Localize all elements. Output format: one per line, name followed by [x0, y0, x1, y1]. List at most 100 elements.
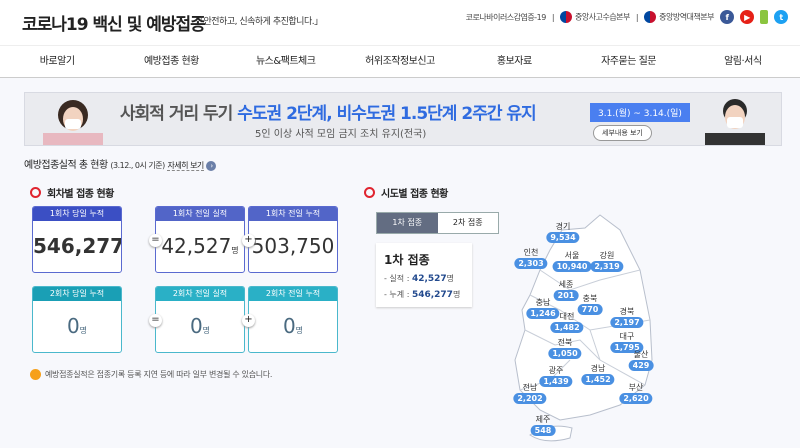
summary-basis: (3.12., 0시 기준) [110, 161, 165, 170]
link-cdscb[interactable]: 중앙방역대책본부 [644, 11, 714, 23]
link-covid19[interactable]: 코로나바이러스감염증-19 [466, 12, 547, 23]
equals-icon: = [149, 234, 162, 247]
region-name: 인천 [523, 248, 539, 257]
region-value: 1,050 [548, 348, 582, 359]
nav-about[interactable]: 바로알기 [0, 46, 114, 77]
main-nav: 바로알기 예방접종 현황 뉴스&팩트체크 허위조작정보신고 홍보자료 자주묻는 … [0, 45, 800, 78]
region-name: 전북 [557, 338, 573, 347]
unit: 명 [231, 246, 239, 255]
link-label: 중앙방역대책본부 [659, 12, 714, 22]
region-name: 대구 [619, 332, 635, 341]
plus-icon: + [242, 234, 255, 247]
banner[interactable]: 사회적 거리 두기 수도권 2단계, 비수도권 1.5단계 2주간 유지 3.1… [24, 92, 782, 146]
region-15[interactable]: 부산 2,620 [619, 382, 653, 404]
equals-icon: = [149, 314, 162, 327]
card-value: 503,750 [251, 234, 335, 258]
region-2[interactable]: 서울 10,940 [552, 250, 592, 272]
taegeuk-icon [644, 11, 657, 23]
tab-dose2[interactable]: 2차 접종 [437, 213, 498, 233]
total-row: - 누계 : 546,277명 [384, 289, 464, 300]
nav-faq[interactable]: 자주묻는 질문 [571, 46, 685, 77]
region-name: 경북 [619, 307, 635, 316]
dose2-prev-total-card: 2회차 전일 누적 0명 [248, 286, 338, 353]
nav-report[interactable]: 허위조작정보신고 [343, 46, 457, 77]
region-11[interactable]: 울산 429 [628, 349, 654, 371]
blog-icon[interactable] [760, 10, 768, 24]
unit: 명 [79, 326, 88, 335]
region-8[interactable]: 경북 2,197 [610, 306, 644, 328]
dose2-today-card: 2회차 당일 누적 0명 [32, 286, 122, 353]
nav-status[interactable]: 예방접종 현황 [114, 46, 228, 77]
dose-tabs: 1차 접종 2차 접종 [376, 212, 499, 234]
speaker-icon [30, 369, 41, 380]
region-10[interactable]: 전북 1,050 [548, 337, 582, 359]
link-label: 중앙사고수습본부 [575, 12, 630, 22]
detail-link[interactable]: 자세히 보기 [167, 161, 204, 171]
nav-news[interactable]: 뉴스&팩트체크 [229, 46, 343, 77]
region-name: 충북 [582, 294, 598, 303]
region-0[interactable]: 경기 9,534 [546, 221, 580, 243]
region-info-box: 1차 접종 - 실적 : 42,527명 - 누계 : 546,277명 [376, 243, 472, 307]
youtube-icon[interactable]: ▶ [740, 10, 754, 24]
banner-more-button[interactable]: 세부내용 보기 [593, 125, 652, 141]
card-label: 2회차 전일 실적 [156, 287, 244, 301]
region-name: 강원 [599, 251, 615, 260]
summary-title: 예방접종실적 총 현황 (3.12., 0시 기준) 자세히 보기 › [24, 156, 217, 171]
region-value: 2,319 [590, 261, 624, 272]
card-label: 1회차 전일 누적 [249, 207, 337, 221]
region-value: 9,534 [546, 232, 580, 243]
region-name: 부산 [628, 383, 644, 392]
region-14[interactable]: 전남 2,202 [513, 382, 547, 404]
tab-dose1[interactable]: 1차 접종 [377, 213, 438, 233]
region-name: 경남 [590, 364, 606, 373]
region-name: 울산 [633, 350, 649, 359]
region-value: 429 [628, 360, 654, 371]
taegeuk-icon [560, 11, 573, 23]
nav-notice[interactable]: 알림·서식 [686, 46, 800, 77]
card-value: 42,527 [161, 234, 232, 258]
dose1-prev-total-card: 1회차 전일 누적503,750명 [248, 206, 338, 273]
region-value: 1,452 [581, 374, 615, 385]
top-links: 코로나바이러스감염증-19 | 중앙사고수습본부 | 중앙방역대책본부 f ▶ … [466, 10, 788, 24]
region-name: 세종 [558, 280, 574, 289]
region-name: 경기 [555, 222, 571, 231]
unit: 명 [202, 326, 211, 335]
slogan: 「안전하고, 신속하게 추진합니다.」 [195, 17, 323, 27]
banner-lead: 사회적 거리 두기 [120, 104, 238, 124]
banner-date: 3.1.(월) ~ 3.14.(일) [590, 103, 690, 122]
facebook-icon[interactable]: f [720, 10, 734, 24]
region-value: 2,197 [610, 317, 644, 328]
chevron-right-icon[interactable]: › [206, 161, 217, 171]
card-label: 1회차 당일 누적 [33, 207, 121, 221]
card-value: 0 [189, 314, 203, 338]
link-cdsch[interactable]: 중앙사고수습본부 [560, 11, 630, 23]
plus-icon: + [242, 314, 255, 327]
card-label: 2회차 당일 누적 [33, 287, 121, 301]
region-name: 광주 [548, 366, 564, 375]
region-value: 2,620 [619, 393, 653, 404]
perf-value: 42,527 [411, 274, 447, 284]
header: 코로나19 백신 및 예방접종 「안전하고, 신속하게 추진합니다.」 코로나바… [0, 0, 800, 45]
total-value: 546,277 [411, 290, 453, 300]
card-label: 2회차 전일 누적 [249, 287, 337, 301]
dose1-yesterday-card: 1회차 전일 실적 42,527명 [155, 206, 245, 273]
perf-row: - 실적 : 42,527명 [384, 273, 464, 284]
dose-section-title: 회차별 접종 현황 [30, 185, 114, 200]
region-13[interactable]: 경남 1,452 [581, 363, 615, 385]
region-value: 1,482 [550, 322, 584, 333]
total-label: - 누계 : [384, 290, 410, 299]
card-value: 0 [66, 314, 80, 338]
summary-heading: 예방접종실적 총 현황 [24, 160, 108, 171]
twitter-icon[interactable]: t [774, 10, 788, 24]
region-name: 전남 [522, 383, 538, 392]
region-7[interactable]: 대전 1,482 [550, 311, 584, 333]
region-name: 대전 [559, 312, 575, 321]
site-title[interactable]: 코로나19 백신 및 예방접종 [22, 10, 206, 35]
dose-note: 예방접종실적은 접종기록 등록 지연 등에 따라 일부 변경될 수 있습니다. [30, 369, 272, 380]
banner-highlight: 수도권 2단계, 비수도권 1.5단계 2주간 유지 [237, 104, 536, 124]
woman-mask-image [43, 100, 103, 145]
region-16[interactable]: 제주 548 [530, 414, 556, 436]
nav-promo[interactable]: 홍보자료 [457, 46, 571, 77]
region-1[interactable]: 인천 2,303 [514, 247, 548, 269]
region-3[interactable]: 강원 2,319 [590, 250, 624, 272]
